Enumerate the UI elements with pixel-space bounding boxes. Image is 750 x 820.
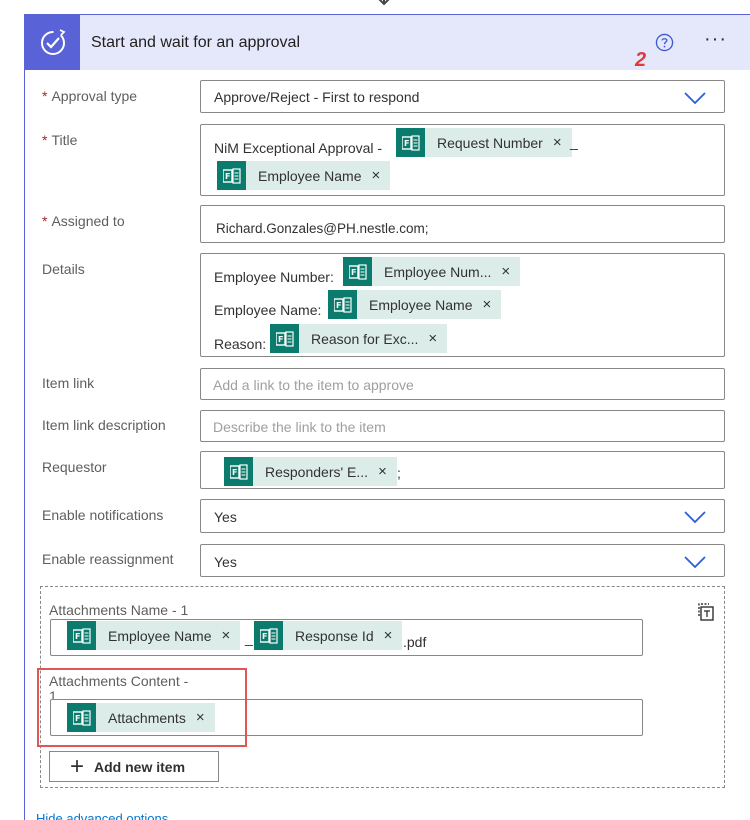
- token-employee-name[interactable]: F Employee Name ×: [217, 161, 391, 190]
- token-request-number[interactable]: F Request Number ×: [396, 128, 572, 157]
- more-options-icon[interactable]: ···: [704, 29, 727, 49]
- token-label: Employee Num...: [384, 263, 492, 280]
- item-link-description-input[interactable]: Describe the link to the item: [200, 410, 725, 442]
- requestor-suffix: ;: [397, 465, 401, 481]
- token-employee-name[interactable]: F Employee Name ×: [67, 621, 241, 650]
- card-title: Start and wait for an approval: [91, 34, 301, 51]
- svg-text:F: F: [225, 172, 230, 181]
- card-header[interactable]: Start and wait for an approval 2 ···: [25, 15, 750, 71]
- requestor-label: Requestor: [42, 459, 107, 475]
- title-prefix: NiM Exceptional Approval -: [214, 140, 383, 156]
- enable-reassignment-value: Yes: [214, 554, 237, 570]
- enable-reassignment-dropdown[interactable]: Yes: [200, 544, 725, 577]
- token-reason[interactable]: F Reason for Exc... ×: [270, 324, 448, 353]
- chevron-down-icon: [684, 92, 706, 104]
- details-line2-text: Employee Name:: [214, 302, 322, 318]
- forms-icon: F: [270, 324, 299, 353]
- forms-icon: F: [328, 290, 357, 319]
- annotation-highlight-box: [37, 668, 247, 747]
- approval-type-dropdown[interactable]: Approve/Reject - First to respond: [200, 80, 725, 113]
- approval-icon: [25, 15, 80, 70]
- svg-text:F: F: [351, 268, 356, 277]
- attachments-name-suffix: .pdf: [403, 634, 427, 650]
- assigned-to-field[interactable]: Richard.Gonzales@PH.nestle.com;: [200, 205, 725, 243]
- token-label: Employee Name: [108, 627, 212, 644]
- token-close-icon[interactable]: ×: [374, 627, 403, 644]
- token-label: Responders' E...: [265, 463, 369, 480]
- token-close-icon[interactable]: ×: [212, 627, 241, 644]
- attachments-name-label: Attachments Name - 1: [49, 602, 189, 618]
- annotation-number: 2: [635, 49, 647, 71]
- copy-to-clipboard-icon[interactable]: [696, 602, 716, 622]
- enable-notifications-value: Yes: [214, 509, 237, 525]
- attachments-name-separator: _: [245, 630, 253, 646]
- token-employee-name[interactable]: F Employee Name ×: [328, 290, 502, 319]
- attachments-name-field[interactable]: F Employee Name × _ F Response Id × .pdf: [50, 619, 643, 656]
- token-label: Employee Name: [369, 296, 473, 313]
- forms-icon: F: [254, 621, 283, 650]
- token-label: Employee Name: [258, 167, 362, 184]
- forms-icon: F: [396, 128, 425, 157]
- svg-text:F: F: [336, 301, 341, 310]
- token-label: Request Number: [437, 134, 543, 151]
- requestor-field[interactable]: F Responders' E... × ;: [200, 451, 725, 489]
- enable-notifications-label: Enable notifications: [42, 507, 164, 523]
- item-link-label: Item link: [42, 375, 95, 391]
- forms-icon: F: [217, 161, 246, 190]
- details-line3-text: Reason:: [214, 336, 267, 352]
- svg-text:F: F: [232, 468, 237, 477]
- token-close-icon[interactable]: ×: [368, 463, 397, 480]
- add-new-item-button[interactable]: + Add new item: [49, 751, 219, 782]
- hide-advanced-options-link[interactable]: Hide advanced options: [36, 811, 168, 820]
- assigned-to-value: Richard.Gonzales@PH.nestle.com;: [216, 221, 429, 236]
- token-close-icon[interactable]: ×: [418, 330, 447, 347]
- chevron-down-icon: [684, 511, 706, 523]
- details-field[interactable]: Employee Number: F Employee Num... × Emp…: [200, 253, 725, 357]
- details-label: Details: [42, 261, 85, 277]
- forms-icon: F: [224, 457, 253, 486]
- approval-type-value: Approve/Reject - First to respond: [214, 89, 420, 105]
- token-label: Response Id: [295, 627, 374, 644]
- forms-icon: F: [343, 257, 372, 286]
- title-field[interactable]: NiM Exceptional Approval - F Request Num…: [200, 124, 725, 196]
- enable-notifications-dropdown[interactable]: Yes: [200, 499, 725, 533]
- details-line1-text: Employee Number:: [214, 269, 334, 285]
- token-close-icon[interactable]: ×: [543, 134, 572, 151]
- title-separator: _: [570, 134, 578, 150]
- item-link-description-label: Item link description: [42, 417, 166, 433]
- token-employee-number[interactable]: F Employee Num... ×: [343, 257, 521, 286]
- forms-icon: F: [67, 621, 96, 650]
- plus-icon: +: [70, 752, 85, 780]
- connector-arrow-icon: [378, 0, 390, 6]
- token-response-id[interactable]: F Response Id ×: [254, 621, 403, 650]
- svg-text:F: F: [404, 139, 409, 148]
- title-label: * Title: [42, 132, 78, 148]
- add-new-item-label: Add new item: [94, 758, 186, 775]
- approval-type-label: * Approval type: [42, 88, 138, 104]
- item-link-description-placeholder: Describe the link to the item: [213, 419, 386, 435]
- svg-text:F: F: [75, 632, 80, 641]
- svg-text:F: F: [278, 335, 283, 344]
- svg-text:F: F: [262, 632, 267, 641]
- token-label: Reason for Exc...: [311, 330, 419, 347]
- token-close-icon[interactable]: ×: [491, 263, 520, 280]
- assigned-to-label: * Assigned to: [42, 213, 125, 229]
- enable-reassignment-label: Enable reassignment: [42, 551, 174, 567]
- token-close-icon[interactable]: ×: [362, 167, 391, 184]
- chevron-down-icon: [684, 556, 706, 568]
- token-close-icon[interactable]: ×: [473, 296, 502, 313]
- item-link-placeholder: Add a link to the item to approve: [213, 377, 414, 393]
- help-icon[interactable]: [655, 33, 674, 52]
- item-link-input[interactable]: Add a link to the item to approve: [200, 368, 725, 400]
- token-responders-email[interactable]: F Responders' E... ×: [224, 457, 397, 486]
